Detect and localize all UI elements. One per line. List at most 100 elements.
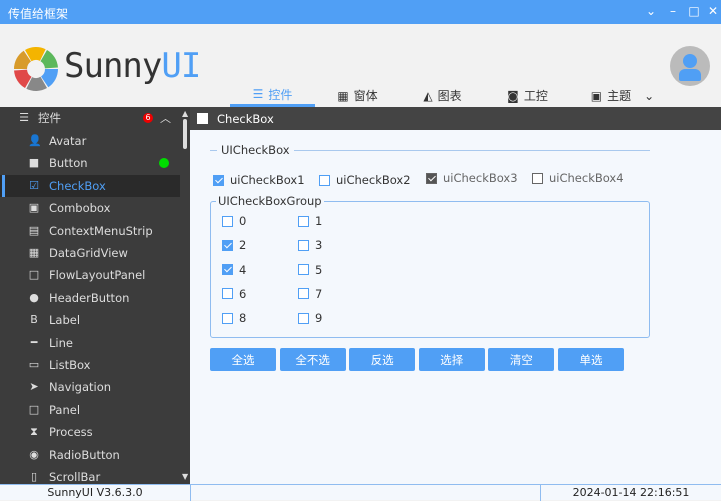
group-checkbox-4[interactable]: 4 xyxy=(222,263,246,277)
checkbox-label: uiCheckBox3 xyxy=(443,171,518,185)
group-checkbox-2[interactable]: 2 xyxy=(222,238,246,252)
sidebar-item-button[interactable]: ■ Button xyxy=(0,152,180,174)
close-button[interactable]: ✕ xyxy=(705,4,721,18)
sidebar-item-line[interactable]: ━ Line xyxy=(0,332,180,354)
page-header: CheckBox xyxy=(190,107,721,130)
sidebar-item-flowlayoutpanel[interactable]: □ FlowLayoutPanel xyxy=(0,264,180,286)
sidebar-item-label: CheckBox xyxy=(49,178,106,193)
group-checkbox-7[interactable]: 7 xyxy=(298,287,322,301)
invert-button[interactable]: 反选 xyxy=(349,348,416,371)
group-checkbox-5[interactable]: 5 xyxy=(298,263,322,277)
checkbox-box[interactable] xyxy=(298,215,309,227)
checkbox-label: uiCheckBox2 xyxy=(336,173,411,187)
tab-theme[interactable]: ▣ 主题 ⌄ xyxy=(585,84,660,107)
tab-charts[interactable]: ◭ 图表 xyxy=(405,84,480,107)
checkbox-label: 3 xyxy=(315,238,323,253)
sidebar-item-panel[interactable]: □ Panel xyxy=(0,399,180,421)
sidebar-group-header[interactable]: ☰ 控件 6 ︿ xyxy=(0,107,180,129)
group-checkbox-6[interactable]: 6 xyxy=(222,287,246,301)
line-icon: ━ xyxy=(30,335,38,349)
dropdown-button[interactable]: ⌄ xyxy=(643,4,659,18)
checkbox-box[interactable] xyxy=(298,264,309,276)
contextmenustrip-icon: ▤ xyxy=(28,223,40,237)
maximize-button[interactable]: □ xyxy=(686,4,702,18)
group-checkbox-8[interactable]: 8 xyxy=(222,311,246,325)
checkbox-box[interactable] xyxy=(213,174,224,186)
checkbox-box[interactable] xyxy=(222,264,233,276)
sidebar-item-label: Button xyxy=(49,156,88,171)
checkbox-label: 4 xyxy=(239,262,247,277)
label-icon: B xyxy=(30,313,38,327)
checkbox-box[interactable] xyxy=(298,239,309,251)
checkbox-group xyxy=(210,201,650,338)
group-checkbox-9[interactable]: 9 xyxy=(298,311,322,325)
checkbox-label: 9 xyxy=(315,311,323,326)
checkbox-box[interactable] xyxy=(222,215,233,227)
tab-forms[interactable]: ▦ 窗体 xyxy=(320,84,395,107)
group-checkbox-3[interactable]: 3 xyxy=(298,238,322,252)
tab-controls[interactable]: ☰ 控件 xyxy=(230,84,315,107)
content-panel: CheckBox UICheckBox uiCheckBox1 uiCheckBo… xyxy=(190,107,721,484)
checkbox-label: 5 xyxy=(315,262,323,277)
checkbox-box[interactable] xyxy=(532,172,543,184)
sidebar-item-label: Avatar xyxy=(49,134,87,148)
single-button[interactable]: 单选 xyxy=(558,348,624,371)
sidebar-item-label: ScrollBar xyxy=(49,470,101,484)
panel-icon: □ xyxy=(28,402,40,416)
checkbox-uicheckbox1[interactable]: uiCheckBox1 xyxy=(213,173,305,187)
checkbox-uicheckbox4[interactable]: uiCheckBox4 xyxy=(532,171,624,185)
chevron-up-icon[interactable]: ︿ xyxy=(160,110,171,126)
sidebar-scrollbar[interactable]: ▲ ▼ xyxy=(180,107,190,484)
select-all-button[interactable]: 全选 xyxy=(210,348,276,371)
checkbox-uicheckbox3[interactable]: uiCheckBox3 xyxy=(426,171,518,185)
minimize-button[interactable]: – xyxy=(665,4,681,18)
checkbox-box[interactable] xyxy=(222,312,233,324)
checkbox-icon: ☑ xyxy=(29,178,39,192)
checkbox-label: 6 xyxy=(239,286,247,301)
sidebar-item-label: Line xyxy=(49,335,73,350)
sidebar-item-process[interactable]: ⧗ Process xyxy=(0,421,180,443)
sidebar-item-datagridview[interactable]: ▦ DataGridView xyxy=(0,242,180,264)
checkbox-box[interactable] xyxy=(222,239,233,251)
checkbox-box[interactable] xyxy=(319,174,330,186)
avatar[interactable] xyxy=(670,46,710,86)
sidebar-item-headerbutton[interactable]: ● HeaderButton xyxy=(0,287,180,309)
select-button[interactable]: 选择 xyxy=(418,348,485,371)
checkbox-box[interactable] xyxy=(426,172,437,184)
sidebar-item-avatar[interactable]: 👤 Avatar xyxy=(0,130,180,152)
datetime-label: 2024-01-14 22:16:51 xyxy=(572,486,690,499)
scrollbar-thumb[interactable] xyxy=(183,119,187,149)
checkbox-label: 1 xyxy=(315,214,323,228)
sidebar-item-listbox[interactable]: ▭ ListBox xyxy=(0,354,180,376)
checkbox-box[interactable] xyxy=(298,312,309,324)
sidebar-item-scrollbar[interactable]: ▯ ScrollBar xyxy=(0,466,180,484)
section-title: UICheckBox xyxy=(217,143,294,157)
chart-icon: ◭ xyxy=(423,88,433,103)
checkbox-uicheckbox2[interactable]: uiCheckBox2 xyxy=(319,173,411,187)
checkbox-box[interactable] xyxy=(298,288,309,300)
checkbox-box[interactable] xyxy=(222,288,233,300)
sidebar-item-combobox[interactable]: ▣ Combobox xyxy=(0,197,180,219)
select-none-button[interactable]: 全不选 xyxy=(279,348,346,371)
sidebar-item-label: Process xyxy=(49,425,93,440)
sidebar-item-label: ContextMenuStrip xyxy=(49,223,153,238)
sidebar-item-contextmenustrip[interactable]: ▤ ContextMenuStrip xyxy=(0,220,180,242)
group-checkbox-1[interactable]: 1 xyxy=(298,214,322,228)
checkbox-label: 0 xyxy=(239,214,247,228)
sidebar-item-label[interactable]: B Label xyxy=(0,309,180,331)
clear-button[interactable]: 清空 xyxy=(488,348,555,371)
badge: 6 xyxy=(143,113,153,123)
logo-text: SunnyUI xyxy=(64,46,201,86)
windows-icon: ▦ xyxy=(337,88,349,103)
avatar-icon: 👤 xyxy=(28,134,42,147)
status-bar: SunnyUI V3.6.3.0 2024-01-14 22:16:51 xyxy=(0,484,721,501)
checkbox-label: uiCheckBox4 xyxy=(549,171,624,185)
process-icon: ⧗ xyxy=(30,425,38,439)
group-checkbox-0[interactable]: 0 xyxy=(222,214,246,228)
group-title: UICheckBoxGroup xyxy=(216,194,324,208)
sidebar-item-checkbox[interactable]: ☑ CheckBox xyxy=(0,174,180,197)
sidebar-item-navigation[interactable]: ➤ Navigation xyxy=(0,376,180,398)
tab-industrial[interactable]: ◙ 工控 xyxy=(490,84,565,107)
list-icon: ☰ xyxy=(252,87,264,101)
sidebar-item-radiobutton[interactable]: ◉ RadioButton xyxy=(0,444,180,466)
